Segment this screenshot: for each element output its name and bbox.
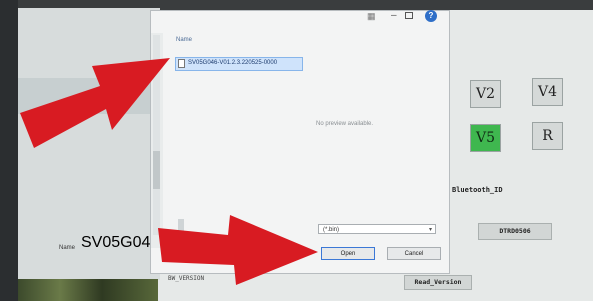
red-arrow-icon (158, 215, 318, 285)
red-arrow-icon (20, 58, 170, 148)
annotation-arrows (20, 58, 318, 285)
